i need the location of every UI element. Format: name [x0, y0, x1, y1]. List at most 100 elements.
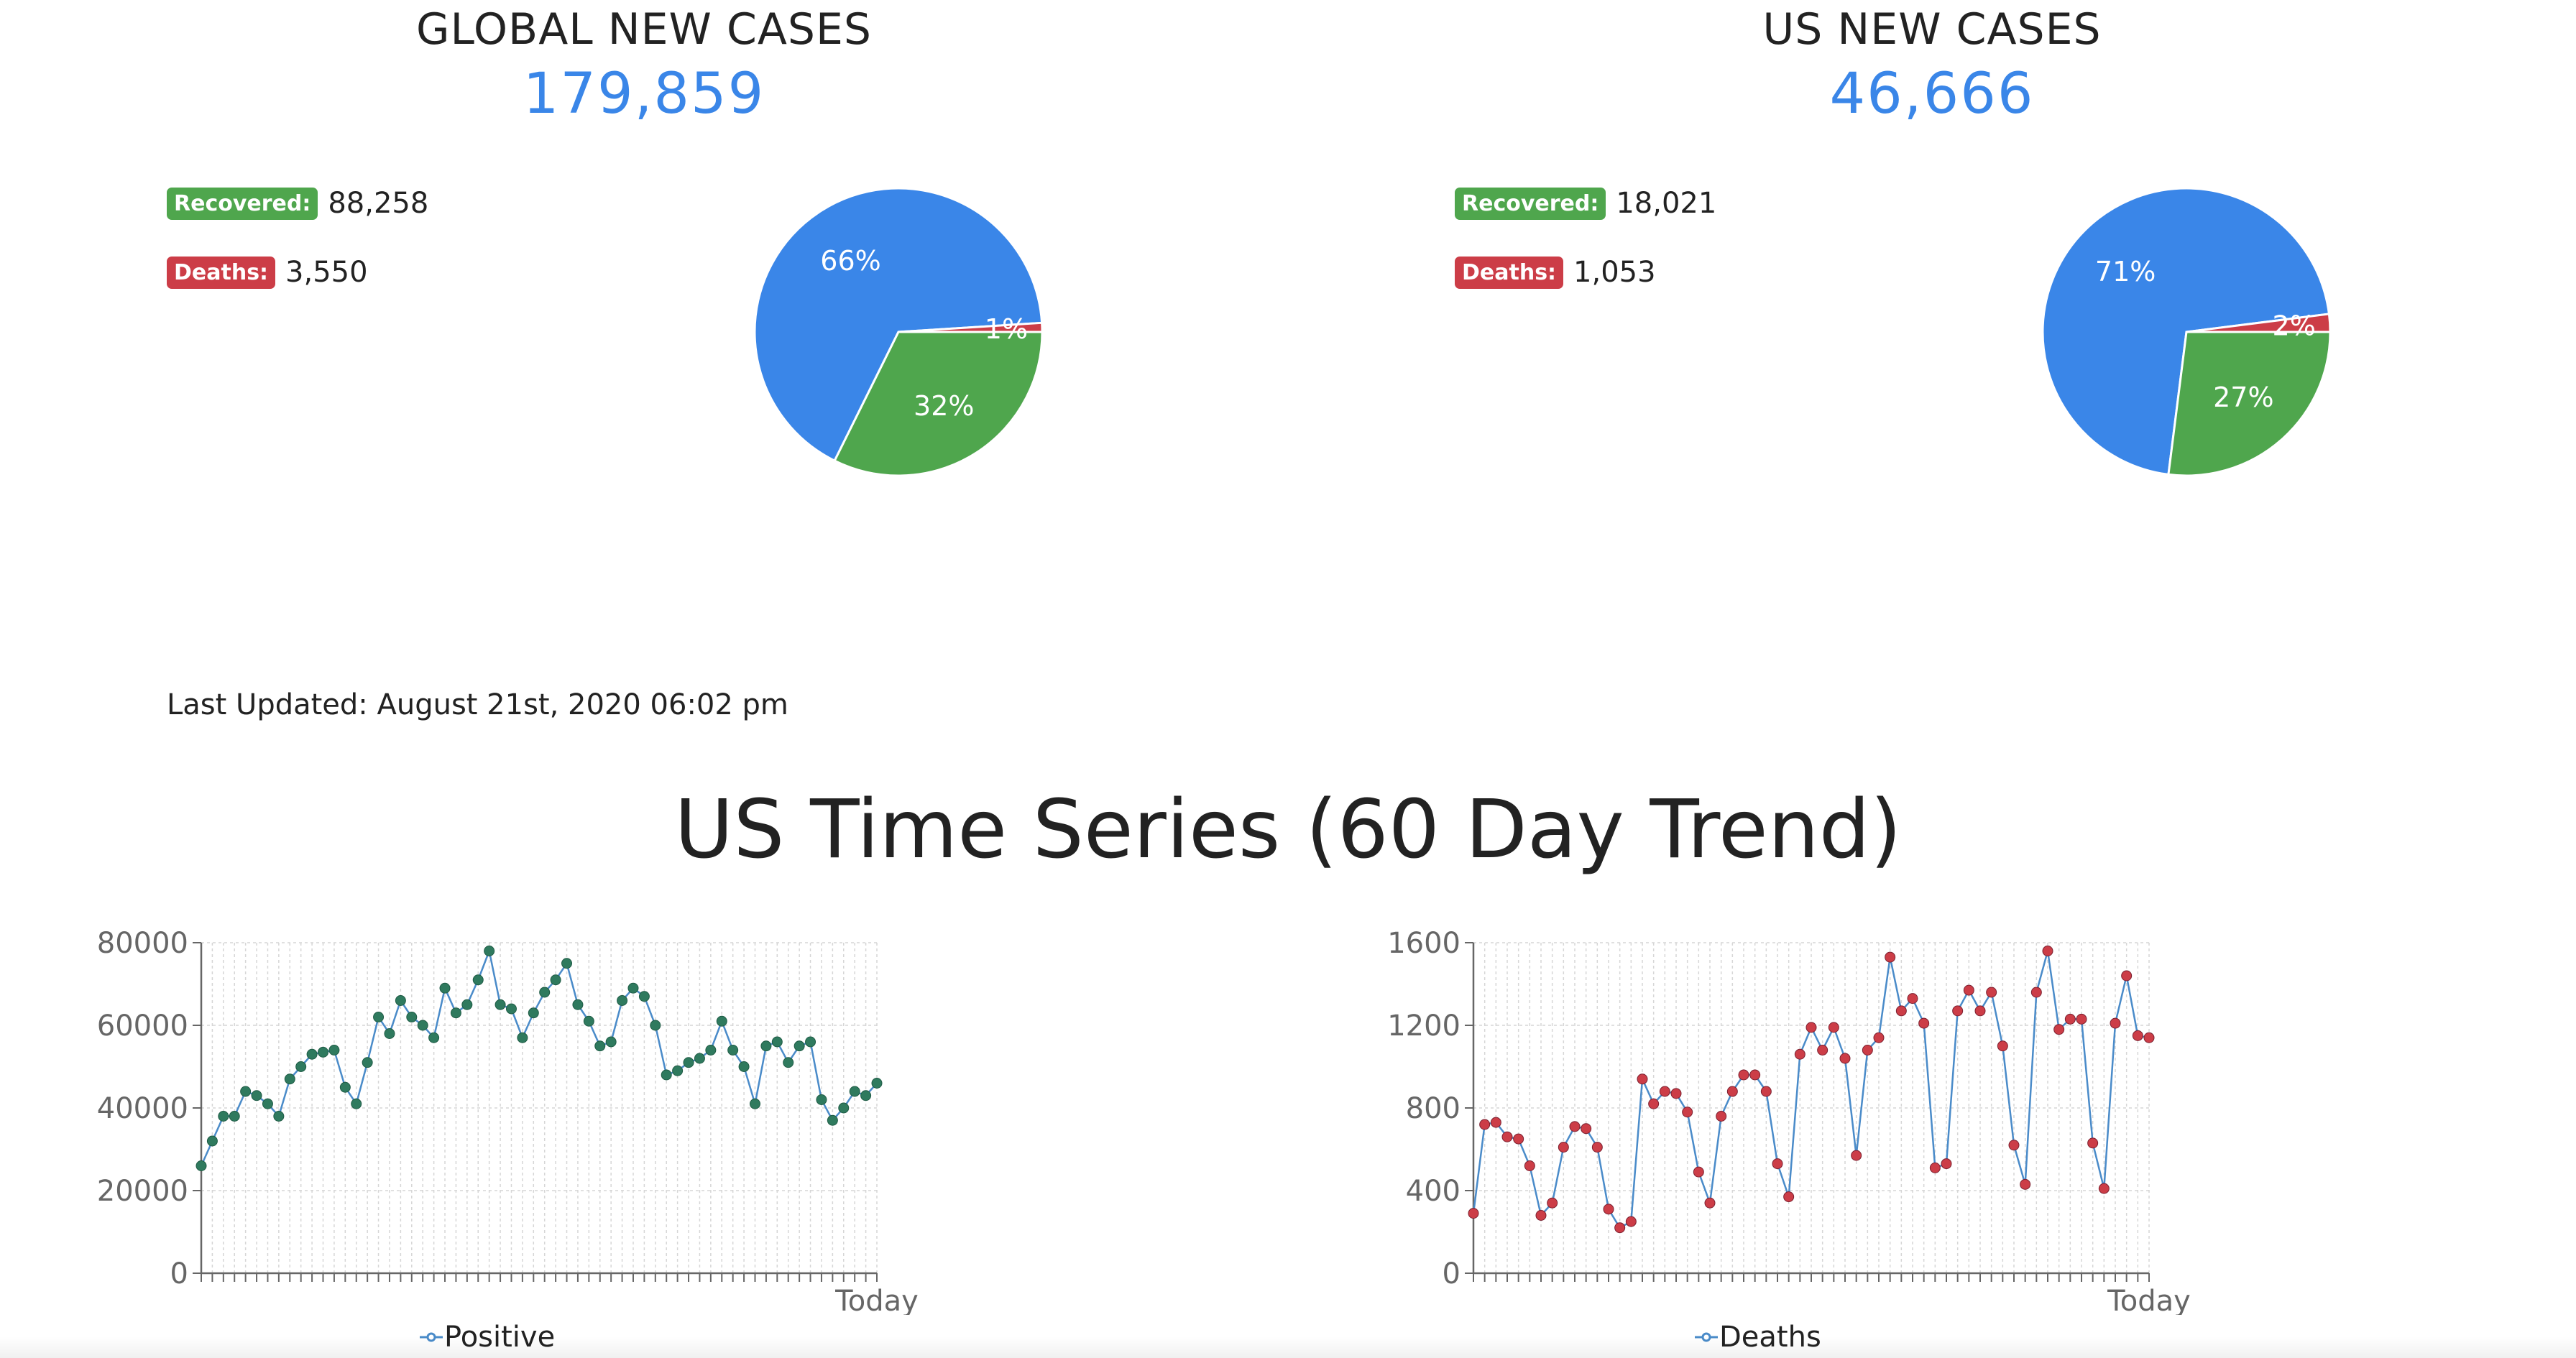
data-point[interactable]: [1490, 1117, 1501, 1128]
data-point[interactable]: [1637, 1073, 1648, 1085]
data-point[interactable]: [1839, 1053, 1851, 1064]
data-point[interactable]: [1625, 1216, 1637, 1227]
data-point[interactable]: [2076, 1013, 2087, 1025]
data-point[interactable]: [395, 995, 406, 1006]
data-point[interactable]: [206, 1135, 218, 1147]
data-point[interactable]: [561, 958, 573, 969]
data-point[interactable]: [406, 1012, 418, 1022]
data-point[interactable]: [572, 999, 584, 1010]
data-point[interactable]: [2042, 946, 2053, 956]
data-point[interactable]: [771, 1036, 783, 1048]
data-point[interactable]: [1581, 1123, 1592, 1135]
data-point[interactable]: [2064, 1013, 2076, 1025]
data-point[interactable]: [683, 1057, 694, 1068]
data-point[interactable]: [838, 1102, 850, 1114]
data-point[interactable]: [1986, 987, 1997, 998]
data-point[interactable]: [1749, 1069, 1761, 1081]
data-point[interactable]: [672, 1065, 684, 1076]
data-point[interactable]: [2121, 970, 2133, 981]
data-point[interactable]: [1558, 1142, 1569, 1153]
data-point[interactable]: [760, 1040, 772, 1052]
data-point[interactable]: [284, 1073, 295, 1085]
data-point[interactable]: [2110, 1017, 2121, 1029]
data-point[interactable]: [694, 1053, 705, 1064]
data-point[interactable]: [794, 1040, 805, 1052]
data-point[interactable]: [251, 1090, 262, 1101]
data-point[interactable]: [1603, 1204, 1614, 1215]
data-point[interactable]: [373, 1012, 385, 1022]
data-point[interactable]: [727, 1045, 739, 1056]
data-point[interactable]: [1772, 1158, 1783, 1170]
data-point[interactable]: [2008, 1140, 2020, 1151]
data-point[interactable]: [229, 1111, 240, 1122]
data-point[interactable]: [1941, 1158, 1952, 1170]
data-point[interactable]: [1974, 1005, 1986, 1017]
data-point[interactable]: [318, 1046, 329, 1058]
data-point[interactable]: [1918, 1017, 1930, 1029]
data-point[interactable]: [1648, 1098, 1660, 1109]
data-point[interactable]: [1907, 993, 1918, 1004]
data-point[interactable]: [583, 1015, 594, 1027]
data-point[interactable]: [1659, 1086, 1670, 1097]
data-point[interactable]: [617, 995, 628, 1006]
data-point[interactable]: [716, 1015, 727, 1027]
data-point[interactable]: [1670, 1088, 1682, 1099]
data-point[interactable]: [1704, 1197, 1716, 1209]
data-point[interactable]: [1895, 1005, 1907, 1017]
data-point[interactable]: [1963, 984, 1974, 996]
data-point[interactable]: [1468, 1208, 1479, 1219]
data-point[interactable]: [295, 1061, 307, 1072]
data-point[interactable]: [461, 999, 473, 1010]
data-point[interactable]: [517, 1032, 528, 1043]
data-point[interactable]: [816, 1094, 827, 1105]
data-point[interactable]: [1614, 1222, 1626, 1234]
data-point[interactable]: [849, 1086, 860, 1097]
data-point[interactable]: [1862, 1045, 1873, 1056]
data-point[interactable]: [627, 982, 639, 994]
data-point[interactable]: [1738, 1069, 1749, 1081]
data-point[interactable]: [417, 1020, 428, 1031]
data-point[interactable]: [273, 1111, 285, 1122]
data-point[interactable]: [638, 991, 650, 1002]
data-point[interactable]: [1760, 1086, 1772, 1097]
data-point[interactable]: [1693, 1166, 1704, 1178]
data-point[interactable]: [2087, 1137, 2099, 1149]
data-point[interactable]: [2053, 1024, 2065, 1035]
data-point[interactable]: [827, 1114, 838, 1126]
data-point[interactable]: [1501, 1131, 1513, 1142]
data-point[interactable]: [805, 1036, 816, 1048]
data-point[interactable]: [705, 1045, 717, 1056]
data-point[interactable]: [494, 999, 506, 1010]
data-point[interactable]: [1817, 1045, 1828, 1056]
data-point[interactable]: [661, 1069, 672, 1081]
data-point[interactable]: [351, 1098, 362, 1109]
data-point[interactable]: [2098, 1183, 2110, 1194]
data-point[interactable]: [1547, 1197, 1558, 1209]
data-point[interactable]: [738, 1061, 750, 1072]
data-point[interactable]: [472, 974, 484, 986]
data-point[interactable]: [1535, 1210, 1547, 1221]
data-point[interactable]: [484, 946, 495, 956]
data-point[interactable]: [1997, 1040, 2008, 1052]
data-point[interactable]: [1828, 1022, 1839, 1033]
data-point[interactable]: [528, 1007, 539, 1019]
data-point[interactable]: [384, 1028, 395, 1039]
data-point[interactable]: [539, 987, 551, 998]
data-point[interactable]: [2020, 1178, 2031, 1190]
data-point[interactable]: [1716, 1111, 1727, 1122]
data-point[interactable]: [1682, 1107, 1693, 1118]
data-point[interactable]: [550, 974, 561, 986]
data-point[interactable]: [339, 1081, 351, 1093]
data-point[interactable]: [594, 1040, 606, 1052]
data-point[interactable]: [1885, 951, 1896, 963]
data-point[interactable]: [428, 1032, 440, 1043]
data-point[interactable]: [1513, 1133, 1524, 1145]
data-point[interactable]: [650, 1020, 661, 1031]
data-point[interactable]: [1726, 1086, 1738, 1097]
data-point[interactable]: [328, 1045, 340, 1056]
data-point[interactable]: [196, 1160, 207, 1171]
data-point[interactable]: [262, 1098, 273, 1109]
data-point[interactable]: [1783, 1191, 1795, 1203]
data-point[interactable]: [439, 982, 451, 994]
data-point[interactable]: [505, 1003, 517, 1015]
